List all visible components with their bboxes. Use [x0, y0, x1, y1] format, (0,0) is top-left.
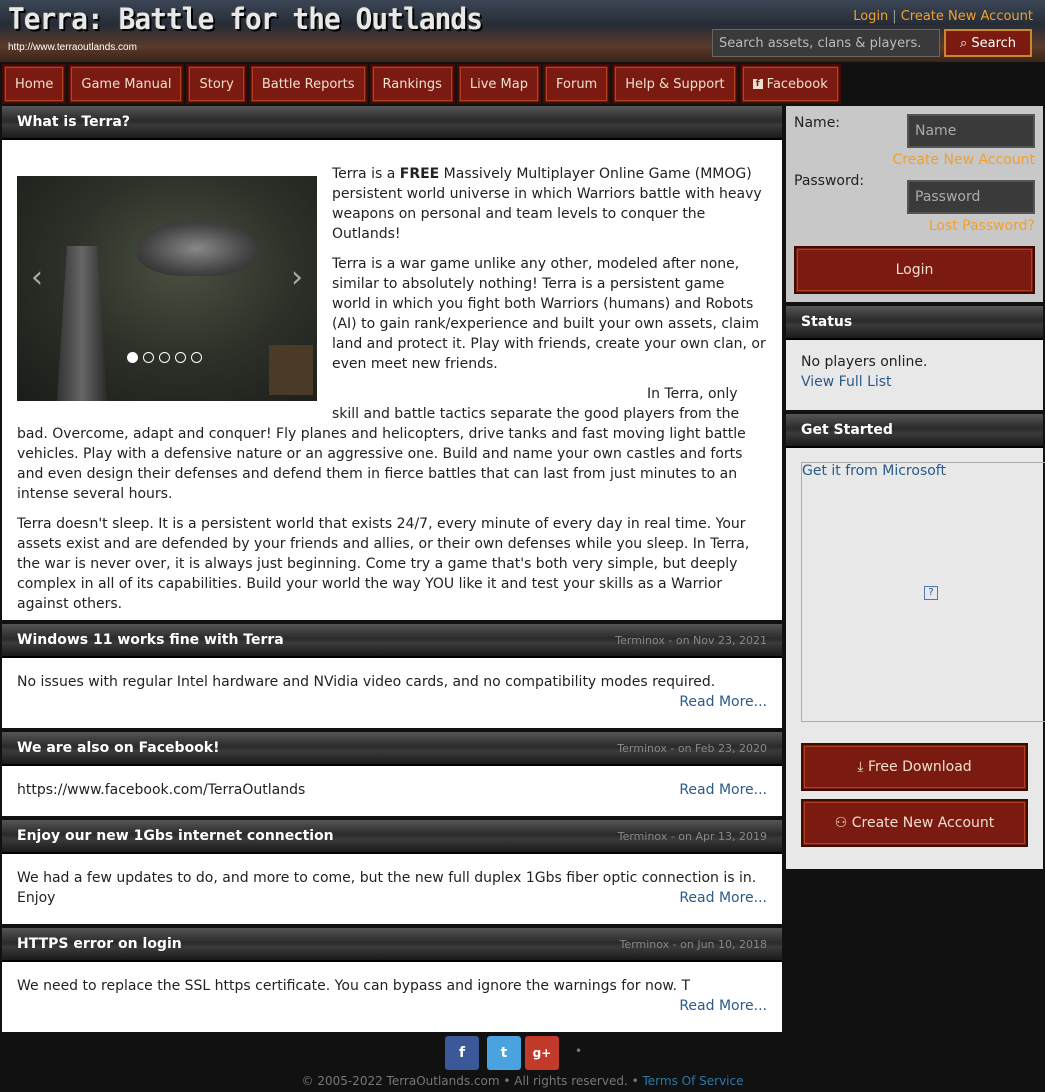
password-input[interactable] [907, 180, 1035, 214]
get-started-title: Get Started [801, 422, 893, 438]
search-icon: ⌕ [959, 35, 972, 51]
nav-battle-reports[interactable]: Battle Reports [248, 64, 368, 104]
carousel-dot[interactable] [143, 352, 154, 363]
news-meta: Terminox - on Feb 23, 2020 [617, 741, 767, 755]
screenshot-carousel[interactable]: ‹ › [17, 176, 317, 401]
news-item: HTTPS error on login Terminox - on Jun 1… [2, 928, 782, 1032]
search-input[interactable] [712, 29, 940, 57]
footer-dot: • [575, 1044, 583, 1058]
get-started-panel: Get Started Get it from Microsoft ? ⤓ Fr… [786, 414, 1045, 869]
news-title[interactable]: Windows 11 works fine with Terra [17, 632, 284, 648]
nav-help-support[interactable]: Help & Support [612, 64, 738, 104]
facebook-share-icon[interactable]: f [445, 1036, 479, 1070]
news-meta: Terminox - on Nov 23, 2021 [615, 633, 767, 647]
intro-paragraph-3: In Terra, only skill and battle tactics … [17, 386, 746, 502]
carousel-prev-icon[interactable]: ‹ [31, 263, 43, 293]
terms-of-service-link[interactable]: Terms Of Service [643, 1074, 744, 1088]
site-logo-title[interactable]: Terra: Battle for the Outlands [8, 2, 483, 36]
intro-p1-free: FREE [399, 166, 440, 182]
news-meta: Terminox - on Jun 10, 2018 [619, 937, 767, 951]
nav-live-map[interactable]: Live Map [456, 64, 541, 104]
microsoft-store-link[interactable]: Get it from Microsoft [802, 463, 946, 479]
copyright: © 2005-2022 TerraOutlands.com • All righ… [0, 1074, 1045, 1088]
google-plus-share-icon[interactable]: g+ [525, 1036, 559, 1070]
carousel-dot[interactable] [175, 352, 186, 363]
news-header: HTTPS error on login Terminox - on Jun 1… [2, 928, 782, 962]
intro-p1-pre: Terra is a [332, 166, 400, 182]
carousel-minimap-image [269, 345, 313, 395]
news-meta: Terminox - on Apr 13, 2019 [617, 829, 767, 843]
search-button[interactable]: ⌕ Search [944, 29, 1032, 57]
create-account-link[interactable]: Create New Account [901, 9, 1033, 24]
site-url: http://www.terraoutlands.com [8, 42, 137, 53]
nav-home[interactable]: Home [2, 64, 67, 104]
carousel-ship-image [137, 221, 257, 276]
create-account-label: Create New Account [851, 815, 995, 831]
read-more-link[interactable]: Read More... [679, 780, 767, 800]
carousel-dot[interactable] [191, 352, 202, 363]
free-download-button[interactable]: ⤓ Free Download [801, 743, 1028, 791]
news-body: https://www.facebook.com/TerraOutlands [17, 782, 306, 798]
microsoft-store-frame: Get it from Microsoft ? [801, 462, 1045, 722]
login-button[interactable]: Login [794, 246, 1035, 294]
nav-facebook-label: Facebook [766, 76, 828, 92]
search-button-label: Search [971, 35, 1017, 51]
status-panel: Status No players online. View Full List [786, 306, 1043, 410]
login-box: Name: Create New Account Password: Lost … [786, 106, 1043, 302]
intro-title: What is Terra? [17, 114, 130, 130]
login-link[interactable]: Login [853, 9, 888, 24]
twitter-share-icon[interactable]: t [487, 1036, 521, 1070]
nav-forum[interactable]: Forum [543, 64, 611, 104]
news-body: We need to replace the SSL https certifi… [17, 978, 691, 994]
main-nav: Home Game Manual Story Battle Reports Ra… [0, 62, 1045, 106]
nav-game-manual[interactable]: Game Manual [68, 64, 185, 104]
news-item: We are also on Facebook! Terminox - on F… [2, 732, 782, 816]
add-user-icon: ⚇ [834, 815, 852, 831]
nav-rankings[interactable]: Rankings [369, 64, 455, 104]
news-header: We are also on Facebook! Terminox - on F… [2, 732, 782, 766]
site-header: Terra: Battle for the Outlands http://ww… [0, 0, 1045, 62]
status-header: Status [786, 306, 1043, 340]
status-title: Status [801, 314, 853, 330]
name-input[interactable] [907, 114, 1035, 148]
password-label: Password: [794, 173, 865, 189]
get-started-header: Get Started [786, 414, 1043, 448]
intro-paragraph-4: Terra doesn't sleep. It is a persistent … [17, 516, 750, 612]
copyright-text: © 2005-2022 TerraOutlands.com • All righ… [301, 1074, 639, 1088]
carousel-tower-image [57, 246, 107, 401]
nav-facebook[interactable]: f Facebook [739, 64, 841, 104]
download-icon: ⤓ [857, 759, 868, 775]
read-more-link[interactable]: Read More... [17, 996, 767, 1016]
create-account-button[interactable]: ⚇ Create New Account [801, 799, 1028, 847]
news-title[interactable]: Enjoy our new 1Gbs internet connection [17, 828, 334, 844]
nav-story[interactable]: Story [186, 64, 247, 104]
intro-panel: What is Terra? ‹ › Terra is a FREE Massi… [2, 106, 782, 620]
read-more-link[interactable]: Read More... [17, 888, 767, 908]
carousel-dot[interactable] [159, 352, 170, 363]
status-text: No players online. [801, 354, 928, 370]
broken-image-icon: ? [924, 586, 938, 600]
news-title[interactable]: We are also on Facebook! [17, 740, 220, 756]
carousel-dot[interactable] [127, 352, 138, 363]
news-header: Enjoy our new 1Gbs internet connection T… [2, 820, 782, 854]
top-links: Login | Create New Account [853, 9, 1033, 24]
news-header: Windows 11 works fine with Terra Termino… [2, 624, 782, 658]
carousel-indicators [127, 352, 202, 363]
news-item: Windows 11 works fine with Terra Termino… [2, 624, 782, 728]
free-download-label: Free Download [867, 759, 972, 775]
news-title[interactable]: HTTPS error on login [17, 936, 182, 952]
name-label: Name: [794, 115, 841, 131]
carousel-next-icon[interactable]: › [291, 263, 303, 293]
read-more-link[interactable]: Read More... [17, 692, 767, 712]
facebook-icon: f [752, 79, 763, 89]
sidebar-create-account-link[interactable]: Create New Account [893, 152, 1035, 168]
view-full-list-link[interactable]: View Full List [801, 374, 892, 390]
news-body: No issues with regular Intel hardware an… [17, 674, 716, 690]
site-footer: f t g+ • © 2005-2022 TerraOutlands.com •… [0, 1034, 1045, 1092]
news-item: Enjoy our new 1Gbs internet connection T… [2, 820, 782, 924]
link-separator: | [892, 9, 897, 24]
intro-panel-header: What is Terra? [2, 106, 782, 140]
lost-password-link[interactable]: Lost Password? [929, 218, 1035, 234]
